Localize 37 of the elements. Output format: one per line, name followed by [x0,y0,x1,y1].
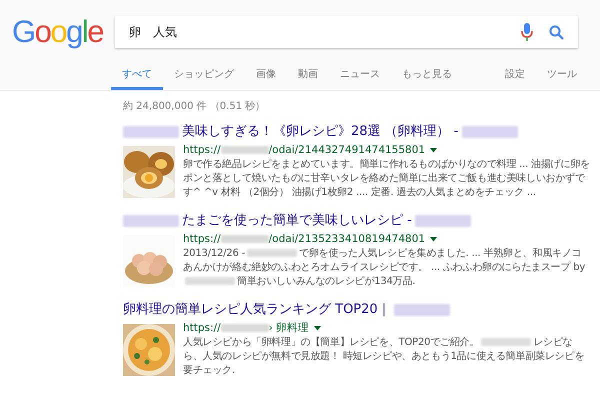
blurred-text [220,146,269,154]
blurred-text [220,235,269,244]
blurred-text [123,126,179,138]
result-title-link[interactable]: たまごを使った簡単で美味しいレシピ - [182,212,412,230]
nav-tab[interactable]: 動画 [287,64,329,90]
search-bar[interactable]: 卵 人気 [115,16,578,48]
blurred-text [123,214,179,227]
result-snippet: 人気レシピから「卵料理」の【簡単】レシピを、TOP20でご紹介。 レシピなら、人気のレシピが無料で見放題！ 時短レシピや、あともう1品に使える簡単副菜レシピを要チェック. [183,336,586,378]
nav-tab[interactable]: 画像 [245,64,287,90]
nav-tab[interactable]: もっと見る [391,64,463,90]
result-url: https:// [183,232,221,247]
nav-tab[interactable]: ニュース [329,64,391,90]
result-url: /odai/2135233410819474801 [268,232,426,247]
caret-icon[interactable] [430,236,438,242]
blurred-text [414,214,471,227]
blurred-text [220,324,269,332]
result-url: /odai/2144327491474155801 [268,142,426,158]
blurred-text [394,304,450,316]
google-logo[interactable]: Google [12,13,106,52]
result-snippet: 2013/12/26 - で卵を使った人気レシピを集めました. ... 半熟卵と、和風キノコあんかけが絡む絶妙のふわとろオムライスレシピです。 ... ふわふわ卵のにらたまスープ by 簡単おいしいみんなのレシピが134万品. [183,246,586,289]
nav-tab[interactable]: 設定 [494,64,536,90]
result-url: › 卵料理 [268,320,310,336]
result-title-link[interactable]: 美味しすぎる！《卵レシピ》28選 （卵料理） - [182,122,458,141]
result-url: https:// [183,142,221,158]
microphone-icon[interactable] [521,23,533,42]
result-stats: 約 24,800,000 件 （0.51 秒） [123,100,266,113]
blurred-text [462,126,518,138]
caret-icon[interactable] [430,148,438,153]
nav-tab[interactable]: ツール [536,64,588,90]
result-url: https:// [183,320,221,336]
result-title-link[interactable]: 卵料理の簡単レシピ人気ランキング TOP20｜ [123,300,391,319]
result-snippet: 卵で作る絶品レシピをまとめています。簡単に作れるものばかりなので料理 ... 油揚げに卵をポンと落として焼いたものに甘辛いタレを絡めた簡単に出来てご飯も進む美味しいおかずです^ ^v 材料 （2個分） 油揚げ1枚卵2 .... 定番. 過去の人気まとめをチェック ... [183,158,590,200]
search-icon[interactable] [549,24,564,40]
caret-icon[interactable] [314,326,322,331]
nav-tab[interactable]: すべて [111,64,163,90]
nav-tab[interactable]: ショッピング [163,64,245,90]
search-input[interactable]: 卵 人気 [127,24,505,40]
